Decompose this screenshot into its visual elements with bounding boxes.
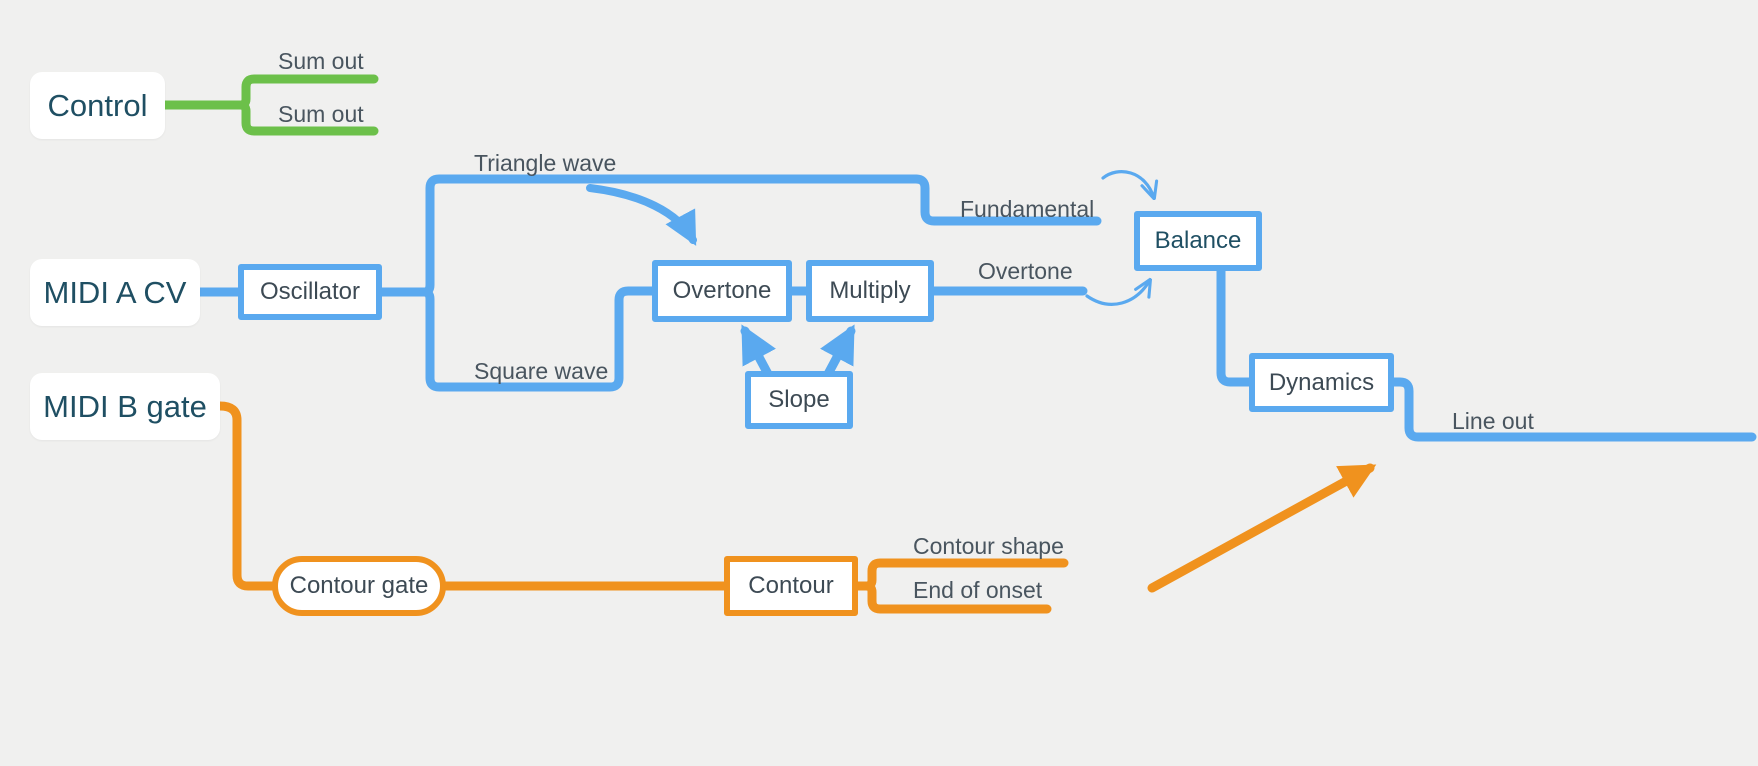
- module-slope[interactable]: Slope: [745, 371, 853, 429]
- module-oscillator[interactable]: Oscillator: [238, 264, 382, 320]
- diagram-canvas: Control MIDI A CV MIDI B gate Oscillator…: [0, 0, 1758, 766]
- module-contour-gate-label: Contour gate: [289, 572, 429, 599]
- source-node-control-label: Control: [47, 87, 148, 123]
- wire-label-overtone-branch: Overtone: [978, 258, 1073, 284]
- module-overtone-label: Overtone: [672, 277, 772, 304]
- source-node-midi-b-gate-label: MIDI B gate: [43, 388, 207, 424]
- module-balance-label: Balance: [1154, 227, 1242, 254]
- wire-midib-contourgate: [215, 401, 280, 591]
- module-balance[interactable]: Balance: [1134, 211, 1262, 271]
- wire-label-triangle-wave: Triangle wave: [474, 150, 617, 176]
- wire-label-square-wave: Square wave: [474, 358, 609, 384]
- source-node-control[interactable]: Control: [30, 72, 165, 139]
- wire-balance-dynamics: [1216, 265, 1257, 387]
- module-overtone[interactable]: Overtone: [652, 260, 792, 322]
- wire-dynamics-lineout: [1387, 377, 1757, 442]
- wire-triangle-to-overtone-arrow: [586, 184, 697, 246]
- source-node-midi-a-cv[interactable]: MIDI A CV: [30, 259, 200, 326]
- wire-label-sum-out-bottom: Sum out: [278, 101, 364, 127]
- wire-label-fundamental: Fundamental: [960, 196, 1095, 222]
- source-node-midi-b-gate[interactable]: MIDI B gate: [30, 373, 220, 440]
- wire-label-end-of-onset: End of onset: [913, 577, 1043, 603]
- wire-label-contour-shape: Contour shape: [913, 533, 1064, 559]
- module-dynamics-label: Dynamics: [1268, 368, 1375, 396]
- wire-label-sum-out-top: Sum out: [278, 48, 364, 74]
- module-multiply-label: Multiply: [829, 277, 911, 304]
- source-node-midi-a-cv-label: MIDI A CV: [43, 274, 187, 310]
- module-oscillator-label: Oscillator: [259, 278, 361, 305]
- wire-layer: [160, 74, 1757, 614]
- module-slope-label: Slope: [768, 386, 830, 413]
- module-contour-gate[interactable]: Contour gate: [272, 556, 446, 616]
- module-multiply[interactable]: Multiply: [806, 260, 934, 322]
- wire-slope-arrows: [740, 324, 856, 379]
- wire-contourshape-dynamics-arrow: [1147, 463, 1377, 593]
- wire-label-line-out: Line out: [1452, 408, 1534, 434]
- module-contour-label: Contour: [748, 572, 834, 599]
- module-contour[interactable]: Contour: [724, 556, 858, 616]
- module-dynamics[interactable]: Dynamics: [1249, 353, 1394, 412]
